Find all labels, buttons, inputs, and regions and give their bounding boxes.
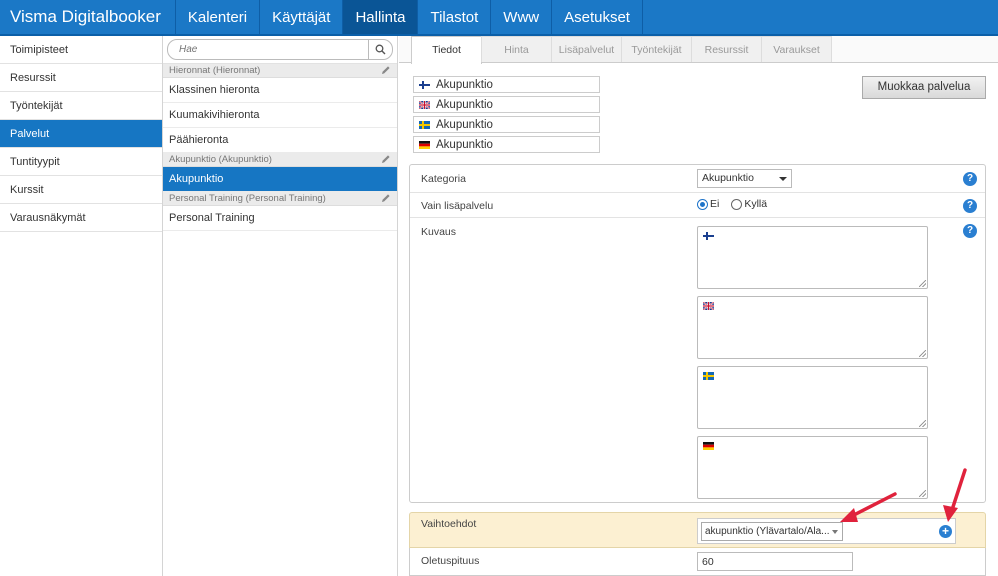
vain-lisapalvelu-label: Vain lisäpalvelu xyxy=(421,200,494,212)
sidebar-item-tyontekijat[interactable]: Työntekijät xyxy=(0,92,162,120)
help-icon[interactable]: ? xyxy=(963,172,977,186)
resize-handle[interactable] xyxy=(919,280,926,287)
description-textarea-de[interactable] xyxy=(697,436,928,499)
kategoria-select[interactable]: Akupunktio xyxy=(697,169,792,188)
resize-handle[interactable] xyxy=(919,420,926,427)
name-field-fi xyxy=(413,76,600,93)
description-textarea-sv[interactable] xyxy=(697,366,928,429)
sidebar-item-varausnakymat[interactable]: Varausnäkymät xyxy=(0,204,162,232)
finland-flag-icon xyxy=(419,80,430,89)
tab-hinta[interactable]: Hinta xyxy=(481,36,552,62)
list-item-akupunktio[interactable]: Akupunktio xyxy=(163,167,397,192)
name-field-sv xyxy=(413,116,600,133)
vaihtoehdot-label: Vaihtoehdot xyxy=(421,518,477,530)
caret-down-icon xyxy=(779,177,787,181)
add-option-plus-icon[interactable]: + xyxy=(939,525,952,538)
name-field-en xyxy=(413,96,600,113)
group-header-label: Hieronnat (Hieronnat) xyxy=(169,65,261,76)
sidebar-item-kurssit[interactable]: Kurssit xyxy=(0,176,162,204)
kategoria-value: Akupunktio xyxy=(702,172,754,184)
edit-service-button[interactable]: Muokkaa palvelua xyxy=(862,76,986,99)
tab-varaukset[interactable]: Varaukset xyxy=(761,36,832,62)
description-textarea-en[interactable] xyxy=(697,296,928,359)
resize-handle[interactable] xyxy=(919,350,926,357)
help-icon[interactable]: ? xyxy=(963,224,977,238)
name-input-en[interactable] xyxy=(436,98,596,111)
nav-item-asetukset[interactable]: Asetukset xyxy=(552,0,643,34)
row-vaihtoehdot: Vaihtoehdot akupunktio (Ylävartalo/Ala..… xyxy=(409,512,986,548)
sidebar-item-palvelut[interactable]: Palvelut xyxy=(0,120,162,148)
tab-bar: Tiedot Hinta Lisäpalvelut Työntekijät Re… xyxy=(399,36,998,64)
oletuspituus-input[interactable] xyxy=(697,552,853,571)
group-header-label: Akupunktio (Akupunktio) xyxy=(169,154,272,165)
germany-flag-icon xyxy=(703,442,714,450)
name-input-fi[interactable] xyxy=(436,78,596,91)
name-field-de xyxy=(413,136,600,153)
list-item-kuumakivihieronta[interactable]: Kuumakivihieronta xyxy=(163,103,397,128)
uk-flag-icon xyxy=(703,302,714,310)
service-detail-panel: Tiedot Hinta Lisäpalvelut Työntekijät Re… xyxy=(399,36,998,576)
service-list-panel: Hieronnat (Hieronnat) Klassinen hieronta… xyxy=(163,36,398,576)
list-item-paahieronta[interactable]: Päähieronta xyxy=(163,128,397,153)
help-icon[interactable]: ? xyxy=(963,199,977,213)
list-item-personal-training[interactable]: Personal Training xyxy=(163,206,397,231)
tab-lisapalvelut[interactable]: Lisäpalvelut xyxy=(551,36,622,62)
radio-kylla-label: Kyllä xyxy=(744,198,768,210)
uk-flag-icon xyxy=(419,100,430,109)
name-input-de[interactable] xyxy=(436,138,596,151)
pencil-icon[interactable] xyxy=(381,154,391,169)
vaihtoehdot-box: akupunktio (Ylävartalo/Ala... + xyxy=(697,518,956,544)
nav-item-kayttajat[interactable]: Käyttäjät xyxy=(260,0,344,34)
service-name-fields xyxy=(413,76,600,156)
row-oletuspituus: Oletuspituus xyxy=(409,548,986,576)
sweden-flag-icon xyxy=(419,120,430,129)
kategoria-label: Kategoria xyxy=(421,173,466,185)
radio-ei[interactable] xyxy=(697,198,708,210)
pencil-icon[interactable] xyxy=(381,193,391,208)
search-bar xyxy=(163,36,397,64)
row-vain-lisapalvelu: Vain lisäpalvelu Ei Kyllä ? xyxy=(410,193,985,218)
top-navigation: Visma Digitalbooker Kalenteri Käyttäjät … xyxy=(0,0,998,36)
tab-tyontekijat[interactable]: Työntekijät xyxy=(621,36,692,62)
pencil-icon[interactable] xyxy=(381,65,391,80)
description-textarea-fi[interactable] xyxy=(697,226,928,289)
caret-down-icon xyxy=(832,530,838,534)
tab-tiedot[interactable]: Tiedot xyxy=(411,36,482,64)
oletuspituus-label: Oletuspituus xyxy=(421,555,480,567)
vaihtoehdot-value: akupunktio (Ylävartalo/Ala... xyxy=(705,526,830,537)
row-kategoria: Kategoria Akupunktio ? xyxy=(410,165,985,193)
group-header-label: Personal Training (Personal Training) xyxy=(169,193,326,204)
group-header-personal-training: Personal Training (Personal Training) xyxy=(163,192,397,206)
resize-handle[interactable] xyxy=(919,490,926,497)
name-input-sv[interactable] xyxy=(436,118,596,131)
tab-resurssit[interactable]: Resurssit xyxy=(691,36,762,62)
sweden-flag-icon xyxy=(703,372,714,380)
vaihtoehdot-select[interactable]: akupunktio (Ylävartalo/Ala... xyxy=(701,522,843,541)
group-header-hieronnat: Hieronnat (Hieronnat) xyxy=(163,64,397,78)
service-form: Kategoria Akupunktio ? Vain lisäpalvelu … xyxy=(409,164,986,503)
sidebar-item-resurssit[interactable]: Resurssit xyxy=(0,64,162,92)
nav-item-kalenteri[interactable]: Kalenteri xyxy=(176,0,261,34)
nav-item-www[interactable]: Www xyxy=(491,0,553,34)
finland-flag-icon xyxy=(703,232,714,240)
nav-item-hallinta[interactable]: Hallinta xyxy=(343,0,419,34)
nav-item-tilastot[interactable]: Tilastot xyxy=(418,0,492,34)
kuvaus-label: Kuvaus xyxy=(421,226,457,238)
vain-lisapalvelu-radios: Ei Kyllä xyxy=(697,198,767,210)
group-header-akupunktio: Akupunktio (Akupunktio) xyxy=(163,153,397,167)
sidebar-item-tuntityypit[interactable]: Tuntityypit xyxy=(0,148,162,176)
search-icon[interactable] xyxy=(368,39,392,60)
sidebar: Toimipisteet Resurssit Työntekijät Palve… xyxy=(0,36,163,576)
radio-kylla[interactable] xyxy=(731,198,743,210)
search-input[interactable] xyxy=(168,40,363,59)
radio-ei-label: Ei xyxy=(710,198,720,210)
search-box xyxy=(167,39,393,60)
germany-flag-icon xyxy=(419,140,430,149)
sidebar-item-toimipisteet[interactable]: Toimipisteet xyxy=(0,36,162,64)
list-item-klassinen-hieronta[interactable]: Klassinen hieronta xyxy=(163,78,397,103)
row-kuvaus: Kuvaus ? xyxy=(410,218,985,504)
brand-logo[interactable]: Visma Digitalbooker xyxy=(0,0,176,34)
